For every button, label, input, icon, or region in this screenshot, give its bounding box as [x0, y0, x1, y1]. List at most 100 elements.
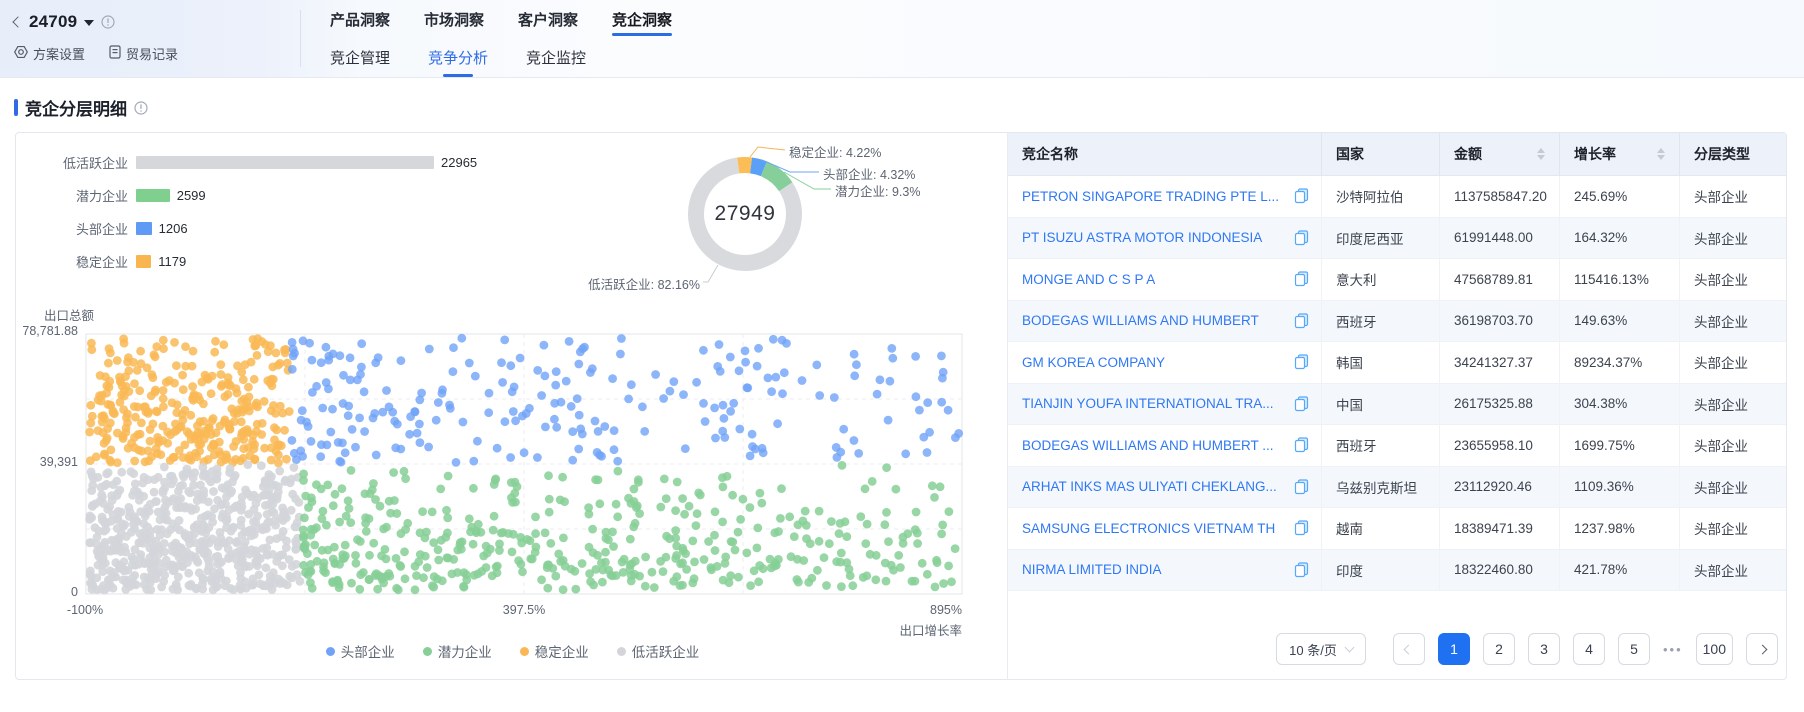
competitor-name-link[interactable]: MONGE AND C S P A [1022, 272, 1155, 287]
scatter-point [179, 385, 188, 394]
tier-type-cell: 头部企业 [1680, 425, 1786, 466]
competitor-name-link[interactable]: BODEGAS WILLIAMS AND HUMBERT ... [1022, 438, 1274, 453]
column-header[interactable]: 增长率 [1560, 133, 1680, 175]
scatter-point [301, 568, 310, 577]
sort-icon[interactable] [1537, 148, 1545, 160]
copy-icon[interactable] [1294, 188, 1309, 204]
amount-cell: 23112920.46 [1440, 467, 1560, 508]
tab-market-insight[interactable]: 市场洞察 [424, 0, 484, 39]
trade-records-button[interactable]: 贸易记录 [109, 44, 178, 63]
bar-category-label: 潜力企业 [16, 186, 128, 205]
scatter-point [516, 354, 525, 363]
competitor-name-link[interactable]: TIANJIN YOUFA INTERNATIONAL TRA... [1022, 396, 1274, 411]
sort-icon[interactable] [1657, 148, 1665, 160]
copy-icon[interactable] [1294, 230, 1309, 246]
subtab-competitor-management[interactable]: 竞企管理 [330, 39, 390, 78]
bar-rect [136, 222, 152, 235]
next-page-button[interactable] [1746, 633, 1778, 665]
amount-cell-value: 23112920.46 [1454, 479, 1532, 494]
scatter-point [130, 402, 139, 411]
growth-cell-value: 115416.13% [1574, 272, 1649, 287]
subtab-competition-analysis[interactable]: 竞争分析 [428, 39, 488, 78]
scatter-point [748, 442, 757, 451]
section-info-icon[interactable] [134, 101, 148, 115]
tab-product-insight[interactable]: 产品洞察 [330, 0, 390, 39]
bar-row: 潜力企业2599 [16, 179, 477, 212]
scatter-point [815, 507, 824, 516]
scatter-point [318, 546, 327, 555]
page-button-1[interactable]: 1 [1438, 633, 1470, 665]
scatter-point [523, 535, 532, 544]
scatter-point [401, 574, 410, 583]
scatter-point [138, 479, 147, 488]
copy-icon[interactable] [1294, 562, 1309, 578]
table-header: 竞企名称国家金额增长率分层类型 [1008, 133, 1786, 176]
page-button-4[interactable]: 4 [1573, 633, 1605, 665]
copy-icon[interactable] [1294, 520, 1309, 536]
plan-id[interactable]: 24709 [29, 12, 77, 32]
plan-info-icon[interactable] [101, 15, 115, 29]
competitor-name-link[interactable]: ARHAT INKS MAS ULIYATI CHEKLANG... [1022, 479, 1277, 494]
competitor-name-link[interactable]: NIRMA LIMITED INDIA [1022, 562, 1162, 577]
scatter-point [610, 445, 619, 454]
table-row: TIANJIN YOUFA INTERNATIONAL TRA...中国2617… [1008, 384, 1786, 426]
copy-icon[interactable] [1294, 396, 1309, 412]
scatter-point [767, 387, 776, 396]
scatter-point [405, 430, 414, 439]
name-cell: TIANJIN YOUFA INTERNATIONAL TRA... [1008, 384, 1322, 425]
scatter-point [861, 484, 870, 493]
scatter-point [741, 358, 750, 367]
scatter-point [465, 514, 474, 523]
page-ellipsis[interactable]: ••• [1663, 642, 1683, 657]
page-button-5[interactable]: 5 [1618, 633, 1650, 665]
competitor-name-link[interactable]: PETRON SINGAPORE TRADING PTE L... [1022, 189, 1279, 204]
scatter-point [729, 399, 738, 408]
page-button-3[interactable]: 3 [1528, 633, 1560, 665]
legend-item[interactable]: 头部企业 [326, 641, 395, 661]
copy-icon[interactable] [1294, 354, 1309, 370]
scatter-point [261, 491, 270, 500]
amount-cell: 36198703.70 [1440, 301, 1560, 342]
scatter-point [931, 583, 940, 592]
bar-category-label: 头部企业 [16, 219, 128, 238]
competitor-name-link[interactable]: BODEGAS WILLIAMS AND HUMBERT [1022, 313, 1259, 328]
competitor-name-link[interactable]: PT ISUZU ASTRA MOTOR INDONESIA [1022, 230, 1262, 245]
scatter-point [778, 336, 787, 345]
scatter-point [728, 491, 737, 500]
legend-item[interactable]: 低活跃企业 [617, 641, 700, 661]
scatter-point [320, 558, 329, 567]
scatter-point [938, 521, 947, 530]
scatter-point [743, 384, 752, 393]
copy-icon[interactable] [1294, 313, 1309, 329]
plan-settings-button[interactable]: 方案设置 [14, 44, 85, 63]
scatter-point [124, 353, 133, 362]
scatter-point [92, 574, 101, 583]
prev-page-button[interactable] [1393, 633, 1425, 665]
legend-item[interactable]: 稳定企业 [520, 641, 589, 661]
scatter-point [571, 585, 580, 594]
page-button-2[interactable]: 2 [1483, 633, 1515, 665]
back-icon[interactable] [12, 16, 23, 27]
column-header[interactable]: 金额 [1440, 133, 1560, 175]
scatter-point [265, 582, 274, 591]
legend-item[interactable]: 潜力企业 [423, 641, 492, 661]
copy-icon[interactable] [1294, 479, 1309, 495]
plan-dropdown-icon[interactable] [84, 20, 94, 26]
subtab-competitor-monitoring[interactable]: 竞企监控 [526, 39, 586, 78]
tab-competitor-insight[interactable]: 竞企洞察 [612, 0, 672, 39]
scatter-point [434, 556, 443, 565]
scatter-point [650, 583, 659, 592]
scatter-point [850, 436, 859, 445]
column-header-label: 增长率 [1574, 144, 1616, 164]
scatter-point [944, 562, 953, 571]
copy-icon[interactable] [1294, 271, 1309, 287]
competitor-name-link[interactable]: GM KOREA COMPANY [1022, 355, 1165, 370]
tab-customer-insight[interactable]: 客户洞察 [518, 0, 578, 39]
competitor-name-link[interactable]: SAMSUNG ELECTRONICS VIETNAM TH [1022, 521, 1275, 536]
copy-icon[interactable] [1294, 437, 1309, 453]
scatter-point [509, 530, 518, 539]
scatter-point [912, 392, 921, 401]
page-size-select[interactable]: 10 条/页 [1276, 633, 1366, 665]
page-button-100[interactable]: 100 [1696, 633, 1733, 665]
scatter-point [634, 478, 643, 487]
